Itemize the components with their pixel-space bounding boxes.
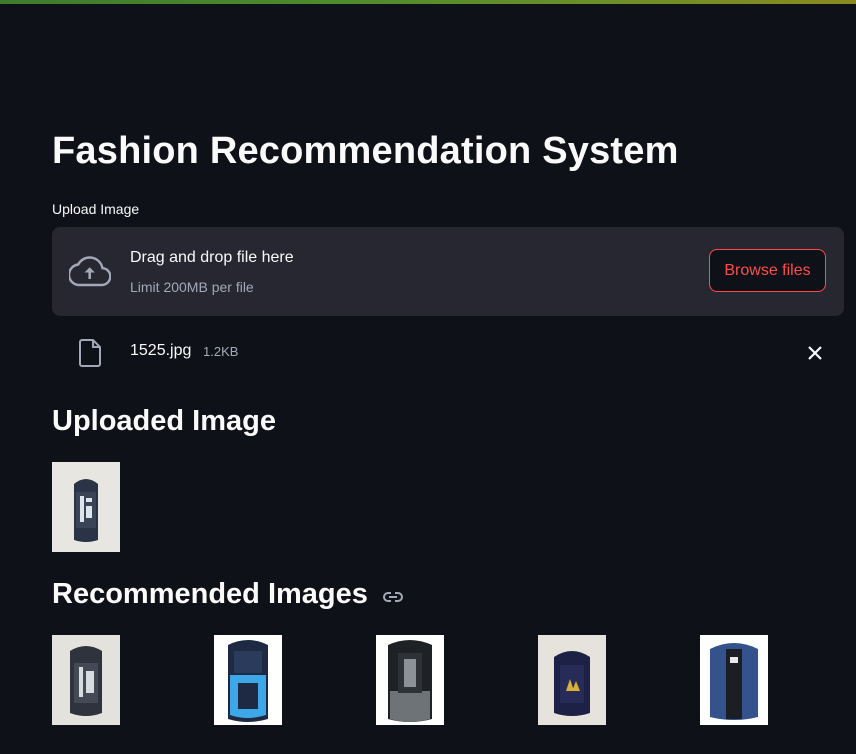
uploaded-image (52, 462, 120, 552)
link-icon[interactable] (382, 586, 404, 608)
dropzone-limit: Limit 200MB per file (130, 279, 254, 295)
dropzone-instruction: Drag and drop file here (130, 249, 294, 266)
close-icon[interactable] (804, 342, 826, 364)
top-decoration-bar (0, 0, 856, 4)
uploaded-image-heading: Uploaded Image (52, 405, 276, 437)
recommended-images-heading: Recommended Images (52, 578, 404, 611)
file-icon (79, 339, 101, 367)
browse-files-button[interactable]: Browse files (709, 249, 826, 292)
recommended-heading-text: Recommended Images (52, 578, 368, 610)
uploaded-file-row: 1525.jpg 1.2KB (52, 334, 844, 370)
cloud-upload-icon (69, 256, 111, 287)
file-name: 1525.jpg (130, 342, 192, 359)
upload-label: Upload Image (52, 201, 140, 217)
recommended-image (700, 635, 768, 725)
file-dropzone[interactable]: Drag and drop file here Limit 200MB per … (52, 227, 844, 316)
recommended-image (538, 635, 606, 725)
file-size: 1.2KB (203, 344, 239, 359)
page-title: Fashion Recommendation System (52, 130, 679, 172)
recommended-image (214, 635, 282, 725)
recommended-image (376, 635, 444, 725)
recommended-image (52, 635, 120, 725)
